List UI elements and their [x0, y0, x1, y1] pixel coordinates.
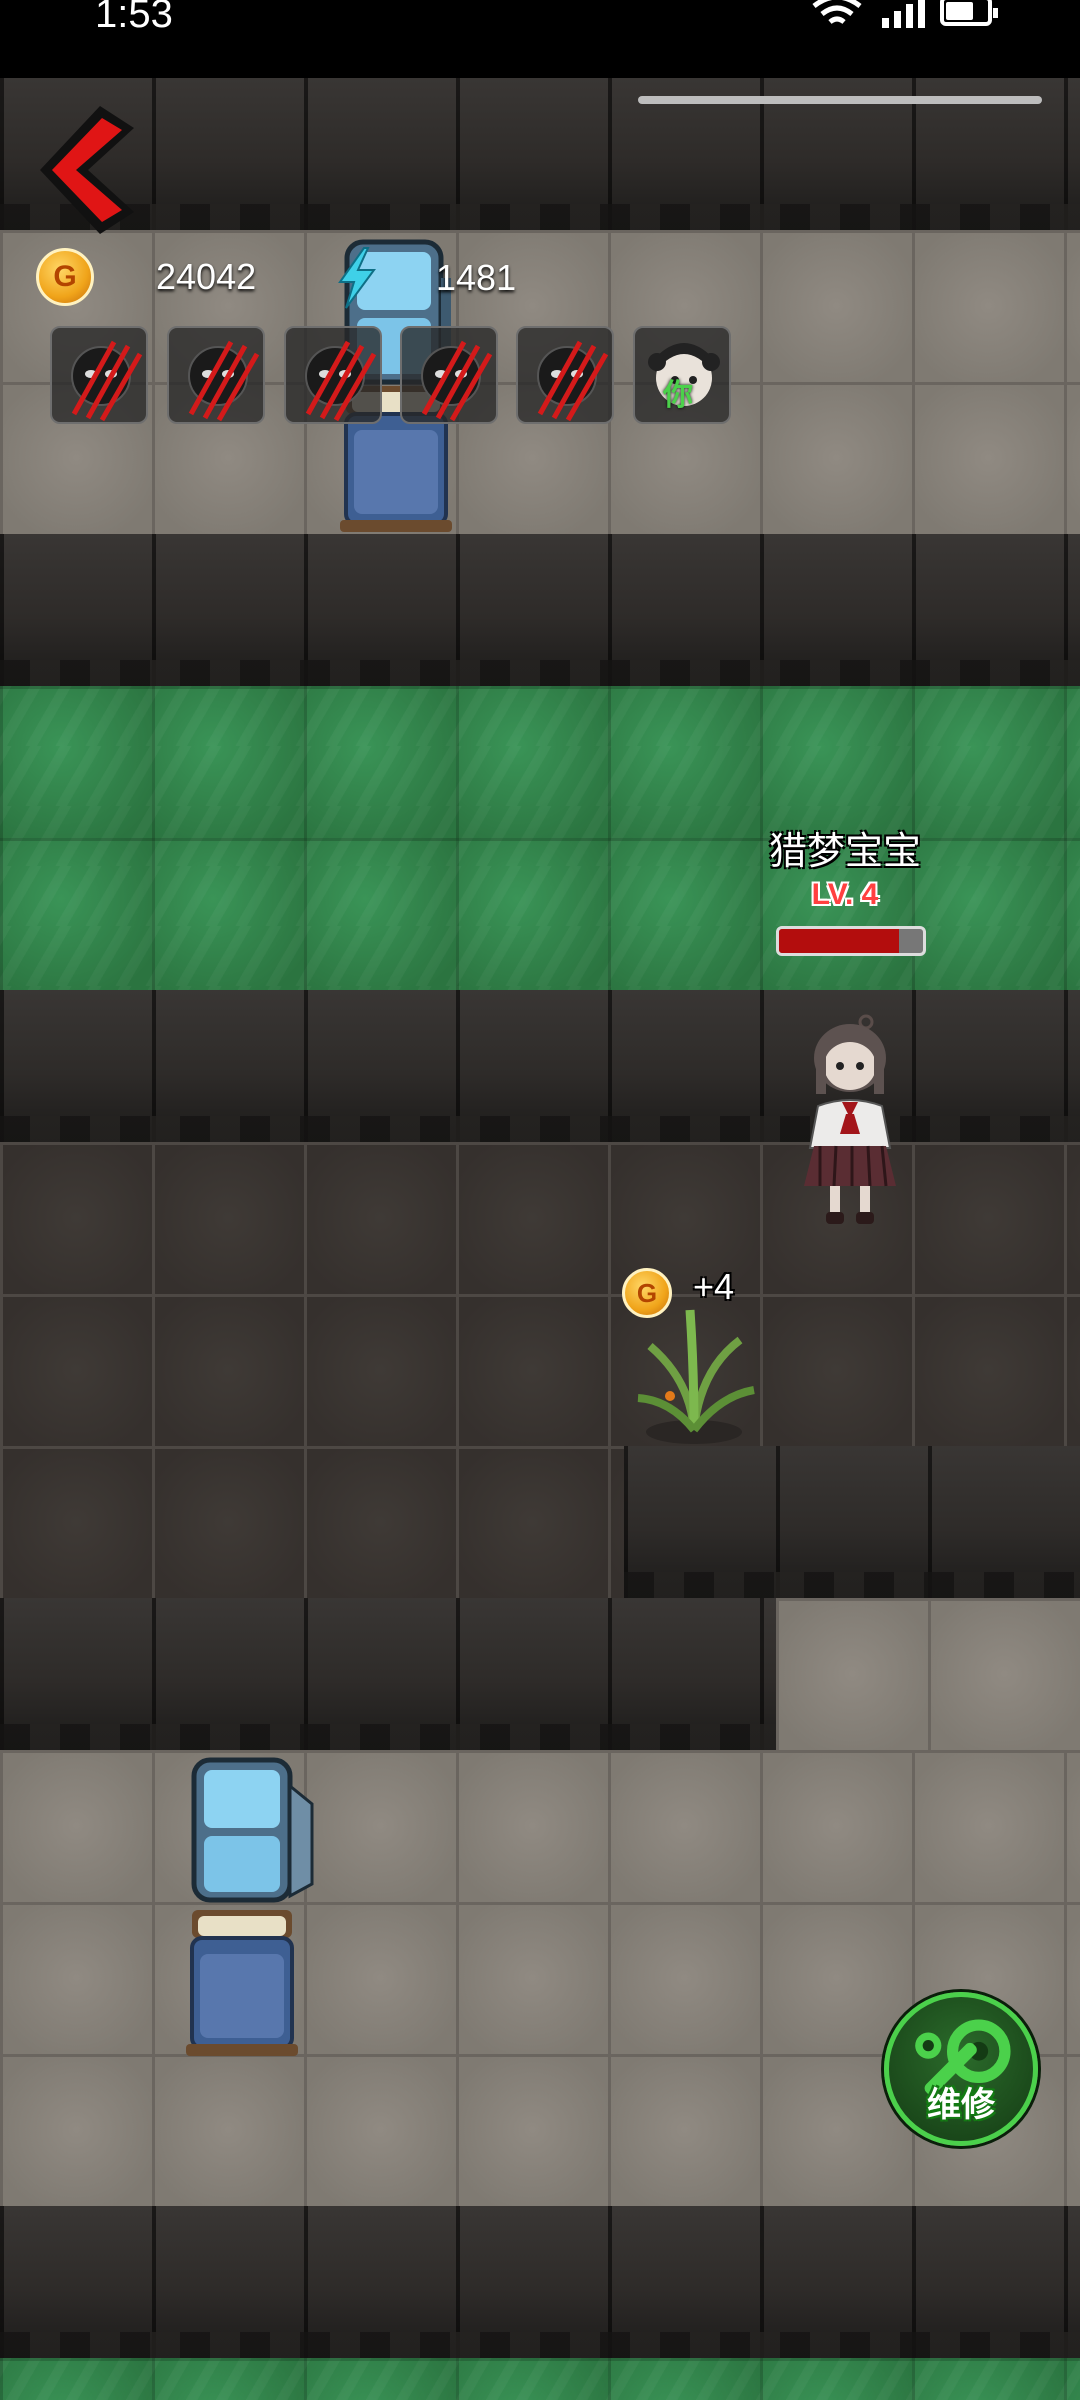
enemy-name: 猎梦宝宝: [768, 829, 921, 873]
energy-value: 1481: [436, 257, 517, 298]
wall-row: [0, 2206, 1080, 2358]
gold-counter: G 24042: [36, 248, 256, 306]
status-icons: [790, 0, 998, 28]
back-button[interactable]: [30, 100, 140, 240]
room-floor: [776, 1598, 1080, 1750]
status-bar: 1:53: [0, 0, 1080, 78]
scratch-icon: [305, 340, 377, 422]
income-text: +4: [693, 1266, 735, 1307]
player-marker: 你: [663, 378, 693, 413]
skill-slot[interactable]: [50, 326, 148, 424]
enemy-hp-bar: [776, 926, 926, 956]
plant-icon[interactable]: [630, 1300, 760, 1445]
gold-value: 24042: [156, 256, 257, 297]
fridge-icon[interactable]: [190, 1756, 315, 1908]
coin-icon: G: [622, 1268, 672, 1318]
top-indicator-bar: [638, 96, 1042, 104]
repair-button[interactable]: 维修: [884, 1992, 1038, 2146]
signal-icon: [882, 0, 925, 28]
energy-counter: 1481: [334, 246, 516, 310]
scratch-icon: [71, 340, 143, 422]
wall-block: [624, 1446, 1080, 1598]
skill-slot[interactable]: [516, 326, 614, 424]
player-slot[interactable]: 你: [633, 326, 731, 424]
enemy-girl-sprite[interactable]: [790, 1010, 920, 1230]
scratch-icon: [188, 340, 260, 422]
scratch-icon: [537, 340, 609, 422]
battery-icon: [940, 0, 998, 26]
wifi-icon: [812, 0, 862, 24]
skill-slot[interactable]: [400, 326, 498, 424]
grass-area: [0, 2358, 1080, 2400]
coin-icon: G: [36, 248, 94, 306]
wall-block: [0, 1598, 776, 1750]
status-time: 1:53: [95, 0, 173, 36]
scratch-icon: [421, 340, 493, 422]
repair-label: 维修: [927, 2085, 995, 2125]
bed-icon[interactable]: [182, 1904, 302, 2064]
wall-row: [0, 534, 1080, 686]
skill-slot[interactable]: [167, 326, 265, 424]
skill-slot[interactable]: [284, 326, 382, 424]
enemy-level: LV. 4: [811, 878, 879, 911]
lightning-icon: [338, 247, 376, 309]
